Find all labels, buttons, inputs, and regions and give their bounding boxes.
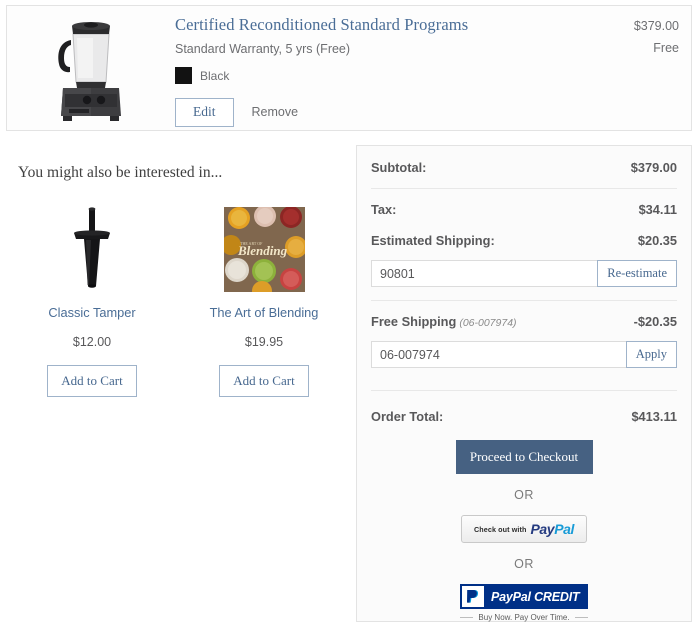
or-separator-2: OR — [514, 557, 534, 571]
divider — [371, 188, 677, 189]
re-estimate-button[interactable]: Re-estimate — [597, 260, 677, 287]
tax-label: Tax: — [371, 202, 397, 217]
cart-item-shipping-price: Free — [653, 40, 679, 55]
cart-item-details: Certified Reconditioned Standard Program… — [175, 6, 559, 130]
recommendation-card: Classic Tamper $12.00 Add to Cart — [12, 204, 172, 397]
coupon-title-text: Free Shipping — [371, 314, 457, 329]
tax-row: Tax: $34.11 — [371, 202, 677, 217]
paypal-credit-tagline: Buy Now. Pay Over Time. — [478, 613, 570, 622]
add-to-cart-button[interactable]: Add to Cart — [47, 365, 137, 397]
shopping-cart-page: Certified Reconditioned Standard Program… — [0, 0, 700, 634]
paypal-credit-paypal-word: PayPal — [491, 589, 531, 604]
paypal-checkout-button[interactable]: Check out with Pay Pal — [461, 515, 587, 543]
estimated-shipping-row: Estimated Shipping: $20.35 — [371, 233, 677, 248]
coupon-title-code: (06-007974) — [459, 317, 517, 329]
coupon-row: Free Shipping (06-007974) -$20.35 — [371, 314, 677, 329]
paypal-credit-text: PayPal CREDIT — [491, 589, 580, 604]
paypal-logo-icon — [462, 586, 484, 607]
blending-book-cover-image[interactable]: Blending THE ART OF — [223, 207, 305, 292]
recommendation-image-wrap: Blending THE ART OF — [184, 204, 344, 292]
tagline-dash-left — [460, 617, 474, 618]
proceed-to-checkout-button[interactable]: Proceed to Checkout — [455, 440, 593, 474]
remove-link[interactable]: Remove — [252, 105, 299, 119]
coupon-input-row: Apply — [371, 341, 677, 368]
order-summary-panel: Subtotal: $379.00 Tax: $34.11 Estimated … — [356, 145, 692, 622]
tagline-dash-right — [574, 617, 588, 618]
edit-button[interactable]: Edit — [175, 98, 234, 127]
coupon-title: Free Shipping (06-007974) — [371, 314, 517, 329]
add-to-cart-button[interactable]: Add to Cart — [219, 365, 309, 397]
or-separator-1: OR — [514, 488, 534, 502]
coupon-code-input[interactable] — [371, 341, 627, 368]
recommendations-section: You might also be interested in... Class… — [0, 150, 350, 397]
paypal-credit-tagline-row: Buy Now. Pay Over Time. — [460, 613, 588, 622]
divider — [371, 300, 677, 301]
cart-item-color-row: Black — [175, 67, 559, 84]
tax-value: $34.11 — [638, 202, 677, 217]
recommendation-price: $19.95 — [244, 335, 284, 349]
paypal-credit-bar: PayPal CREDIT — [460, 584, 588, 609]
cart-item-price-column: $379.00 Free — [559, 6, 691, 130]
cart-item-thumbnail — [7, 6, 175, 130]
tamper-product-image[interactable] — [65, 206, 119, 292]
estimated-shipping-value: $20.35 — [637, 233, 677, 248]
coupon-discount-value: -$20.35 — [633, 314, 677, 329]
cart-item-title[interactable]: Certified Reconditioned Standard Program… — [175, 15, 559, 35]
paypal-pay-text: Pay — [530, 521, 555, 537]
order-total-value: $413.11 — [631, 409, 677, 424]
recommendation-name[interactable]: Classic Tamper — [12, 305, 172, 320]
cart-item-actions: Edit Remove — [175, 98, 559, 127]
order-total-label: Order Total: — [371, 409, 444, 424]
recommendation-image-wrap — [12, 204, 172, 292]
paypal-prefix-label: Check out with — [473, 524, 527, 534]
cart-item-warranty: Standard Warranty, 5 yrs (Free) — [175, 42, 351, 56]
cart-item-box: Certified Reconditioned Standard Program… — [6, 5, 692, 131]
subtotal-value: $379.00 — [630, 160, 677, 175]
apply-coupon-button[interactable]: Apply — [625, 341, 677, 368]
blender-product-image — [58, 22, 121, 121]
recommendations-heading: You might also be interested in... — [18, 164, 223, 181]
recommendation-card: Blending THE ART OF The Art of Blending … — [184, 204, 344, 397]
estimated-shipping-label: Estimated Shipping: — [371, 233, 495, 248]
divider — [371, 390, 677, 391]
color-label: Black — [200, 68, 230, 83]
zip-input-row: Re-estimate — [371, 260, 677, 287]
subtotal-label: Subtotal: — [371, 160, 427, 175]
zip-code-input[interactable] — [371, 260, 599, 287]
paypal-pal-text: Pal — [554, 521, 575, 537]
svg-text:THE ART OF: THE ART OF — [240, 241, 263, 246]
recommendations-grid: Classic Tamper $12.00 Add to Cart Blendi… — [0, 204, 350, 397]
recommendation-price: $12.00 — [72, 335, 112, 349]
paypal-credit-button[interactable]: PayPal CREDIT Buy Now. Pay Over Time. — [460, 584, 588, 622]
order-total-row: Order Total: $413.11 — [371, 409, 677, 424]
color-swatch-icon — [175, 67, 192, 84]
recommendation-name[interactable]: The Art of Blending — [184, 305, 344, 320]
paypal-credit-credit-word: CREDIT — [534, 589, 580, 604]
subtotal-row: Subtotal: $379.00 — [371, 160, 677, 175]
cart-item-price: $379.00 — [633, 19, 679, 33]
